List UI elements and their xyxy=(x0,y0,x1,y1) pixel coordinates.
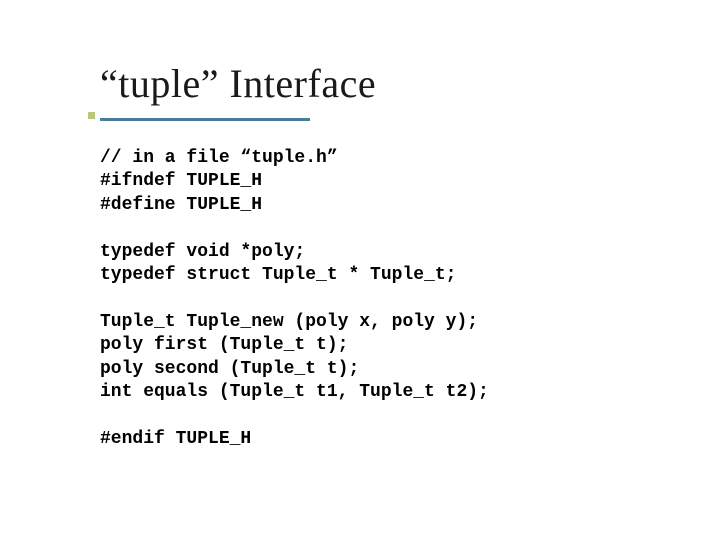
accent-underline xyxy=(100,118,310,121)
code-line: poly second (Tuple_t t); xyxy=(100,359,359,379)
code-line: typedef struct Tuple_t * Tuple_t; xyxy=(100,265,456,285)
code-line: Tuple_t Tuple_new (poly x, poly y); xyxy=(100,312,478,332)
code-line: typedef void *poly; xyxy=(100,242,305,262)
slide-title: “tuple” Interface xyxy=(100,60,720,107)
code-line: #define TUPLE_H xyxy=(100,195,262,215)
code-line: #endif TUPLE_H xyxy=(100,429,251,449)
code-block: // in a file “tuple.h” #ifndef TUPLE_H #… xyxy=(100,147,720,451)
accent-square xyxy=(88,112,95,119)
code-line: // in a file “tuple.h” xyxy=(100,148,338,168)
code-line: poly first (Tuple_t t); xyxy=(100,335,348,355)
code-line: #ifndef TUPLE_H xyxy=(100,171,262,191)
slide: “tuple” Interface // in a file “tuple.h”… xyxy=(0,0,720,540)
code-line: int equals (Tuple_t t1, Tuple_t t2); xyxy=(100,382,489,402)
